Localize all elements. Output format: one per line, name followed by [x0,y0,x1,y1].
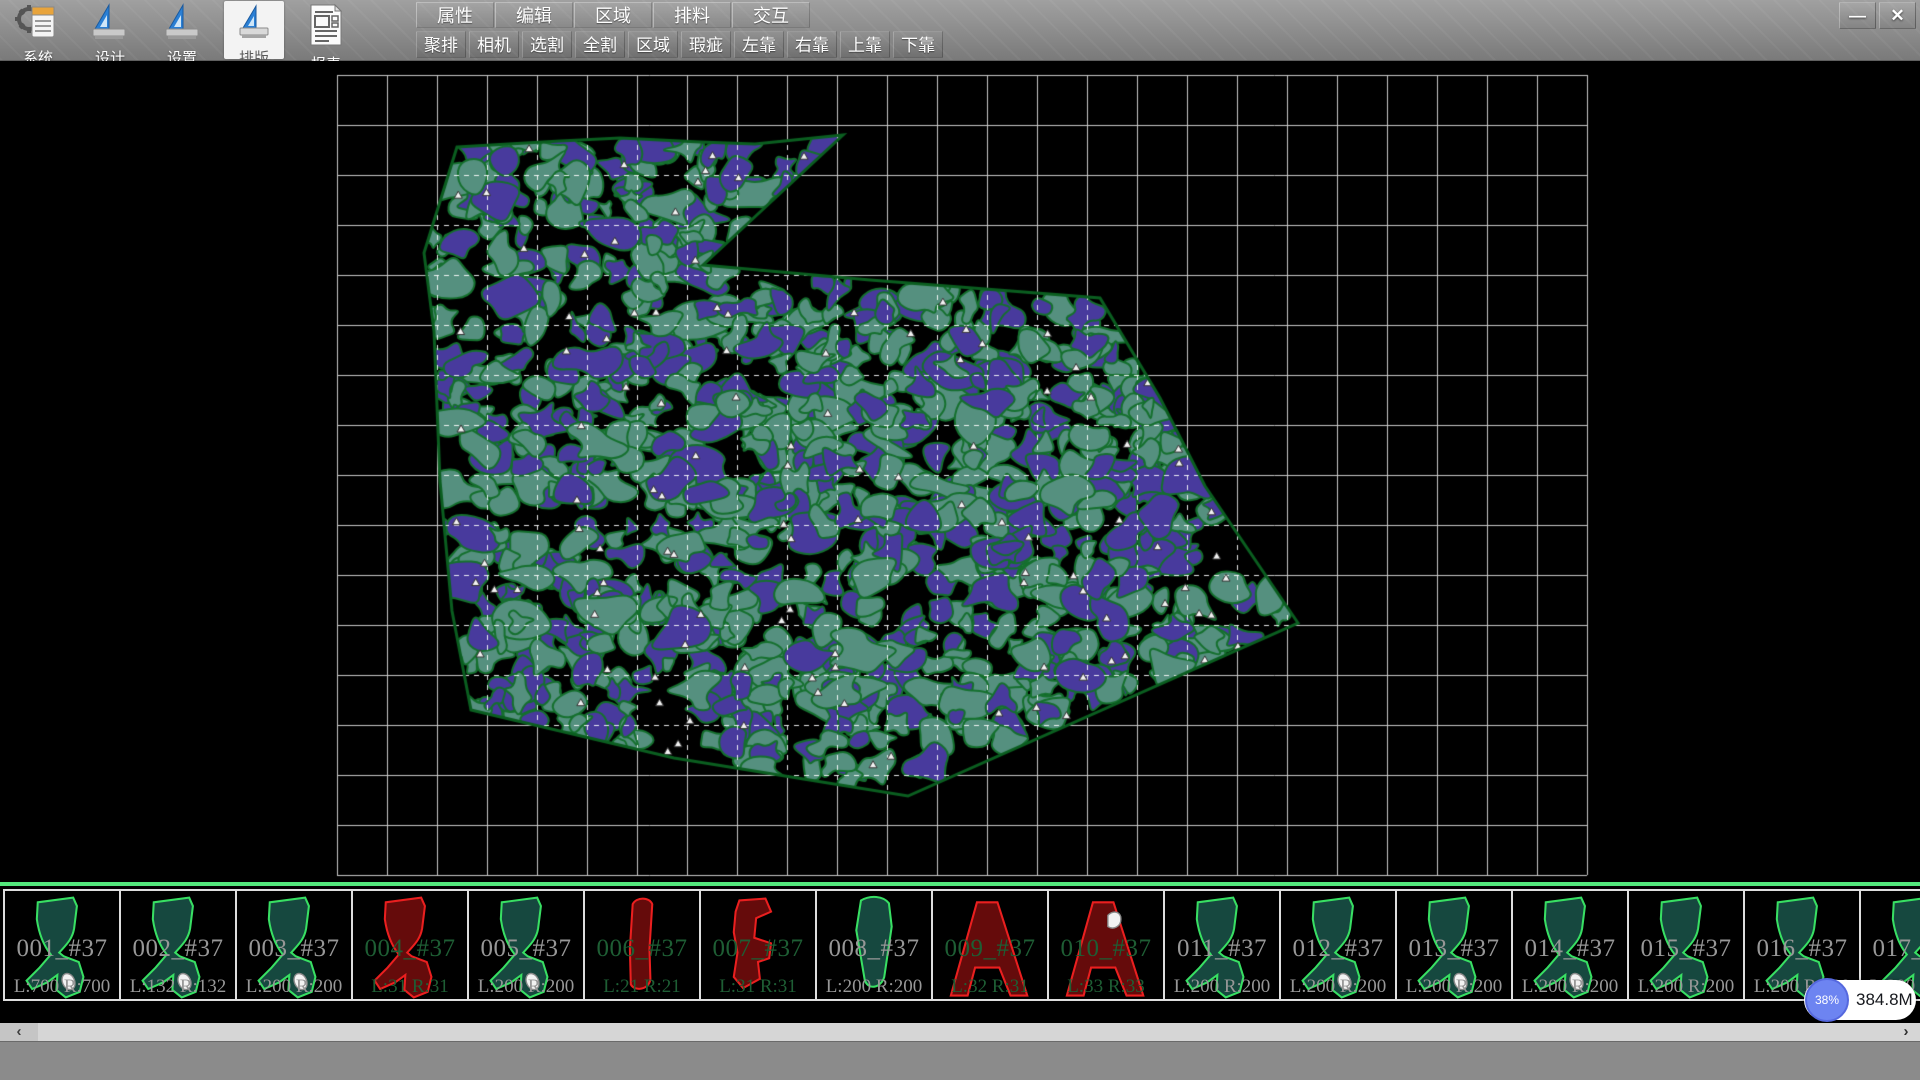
tool-button-9[interactable]: 下靠 [893,31,943,58]
piece-lr-count: L:31 R:31 [353,976,467,998]
scroll-right-arrow-icon[interactable]: › [1894,1023,1918,1041]
piece-cell-007_#37[interactable]: 007_#37 L:31 R:31 [699,889,817,1001]
design-icon [87,3,133,46]
tool-button-6[interactable]: 左靠 [734,31,784,58]
piece-lr-count: L:33 R:33 [1049,976,1163,998]
piece-lr-count: L:32 R:31 [933,976,1047,998]
memory-usage-badge: 38% 384.8M [1804,980,1916,1020]
piece-lr-count: L:200 R:200 [1165,976,1279,998]
menu-tab-3[interactable]: 排料 [653,2,731,28]
piece-cell-009_#37[interactable]: 009_#37 L:32 R:31 [931,889,1049,1001]
top-ribbon: 系统设计设置排版报表 属性编辑区域排料交互 聚排相机选割全割区域瑕疵左靠右靠上靠… [0,0,1920,61]
piece-id-label: 010_#37 [1049,935,1163,963]
piece-hole [1108,912,1121,928]
piece-lr-count: L:132 R:132 [121,976,235,998]
piece-lr-count: L:200 R:200 [469,976,583,998]
piece-lr-count: L:31 R:31 [701,976,815,998]
system-icon [15,3,61,46]
piece-lr-count: L:200 R:200 [237,976,351,998]
piece-id-label: 015_#37 [1629,935,1743,963]
strip-divider-line [0,882,1920,886]
piece-cell-012_#37[interactable]: 012_#37 L:200 R:200 [1279,889,1397,1001]
report-icon [303,3,349,52]
tool-button-bar: 聚排相机选割全割区域瑕疵左靠右靠上靠下靠 [416,31,943,58]
tool-button-4[interactable]: 区域 [628,31,678,58]
tool-button-5[interactable]: 瑕疵 [681,31,731,58]
tool-button-7[interactable]: 右靠 [787,31,837,58]
tool-button-3[interactable]: 全割 [575,31,625,58]
menu-tab-bar: 属性编辑区域排料交互 [416,2,811,28]
piece-id-label: 009_#37 [933,935,1047,963]
piece-cell-011_#37[interactable]: 011_#37 L:200 R:200 [1163,889,1281,1001]
piece-thumbnail-strip: 001_#37 L:700 R:700002_#37 L:132 R:132003_… [0,879,1920,1023]
progress-percent-circle: 38% [1805,978,1849,1022]
piece-cell-005_#37[interactable]: 005_#37 L:200 R:200 [467,889,585,1001]
piece-id-label: 007_#37 [701,935,815,963]
piece-lr-count: L:200 R:200 [1281,976,1395,998]
menu-tab-4[interactable]: 交互 [732,2,810,28]
menu-tab-2[interactable]: 区域 [574,2,652,28]
tool-button-8[interactable]: 上靠 [840,31,890,58]
piece-id-label: 014_#37 [1513,935,1627,963]
piece-cell-014_#37[interactable]: 014_#37 L:200 R:200 [1511,889,1629,1001]
piece-cell-013_#37[interactable]: 013_#37 L:200 R:200 [1395,889,1513,1001]
tool-button-2[interactable]: 选割 [522,31,572,58]
window-controls: — ✕ [1839,2,1916,29]
settings-icon [159,3,205,46]
piece-id-label: 016_#37 [1745,935,1859,963]
nesting-workspace [0,61,1920,879]
piece-cell-001_#37[interactable]: 001_#37 L:700 R:700 [3,889,121,1001]
piece-cell-003_#37[interactable]: 003_#37 L:200 R:200 [235,889,353,1001]
big-button-bar: 系统设计设置排版报表 [8,1,356,59]
tool-button-0[interactable]: 聚排 [416,31,466,58]
piece-id-label: 011_#37 [1165,935,1279,963]
nesting-canvas[interactable] [0,61,1920,879]
piece-id-label: 012_#37 [1281,935,1395,963]
tool-button-1[interactable]: 相机 [469,31,519,58]
menu-tab-0[interactable]: 属性 [416,2,494,28]
piece-lr-count: L:700 R:700 [5,976,119,998]
big-button-report[interactable]: 报表 [296,1,356,59]
memory-usage-value: 384.8M [1856,980,1913,1020]
piece-id-label: 013_#37 [1397,935,1511,963]
piece-cell-002_#37[interactable]: 002_#37 L:132 R:132 [119,889,237,1001]
minimize-button[interactable]: — [1839,2,1876,29]
piece-cell-008_#37[interactable]: 008_#37 L:200 R:200 [815,889,933,1001]
menu-tab-1[interactable]: 编辑 [495,2,573,28]
piece-lr-count: L:200 R:200 [1513,976,1627,998]
piece-id-label: 001_#37 [5,935,119,963]
piece-id-label: 005_#37 [469,935,583,963]
piece-id-label: 003_#37 [237,935,351,963]
close-button[interactable]: ✕ [1879,2,1916,29]
piece-id-label: 006_#37 [585,935,699,963]
piece-id-label: 004_#37 [353,935,467,963]
status-bar [0,1041,1920,1080]
scroll-left-arrow-icon[interactable]: ‹ [0,1023,38,1041]
big-button-system[interactable]: 系统 [8,1,68,59]
nesting-icon [231,3,277,46]
piece-cell-004_#37[interactable]: 004_#37 L:31 R:31 [351,889,469,1001]
piece-cell-010_#37[interactable]: 010_#37 L:33 R:33 [1047,889,1165,1001]
piece-id-label: 002_#37 [121,935,235,963]
piece-lr-count: L:21 R:21 [585,976,699,998]
piece-id-label: 017_#37 [1861,935,1920,963]
piece-lr-count: L:200 R:200 [817,976,931,998]
piece-lr-count: L:200 R:200 [1397,976,1511,998]
horizontal-scrollbar[interactable]: ‹ › [0,1023,1920,1041]
piece-cell-006_#37[interactable]: 006_#37 L:21 R:21 [583,889,701,1001]
piece-id-label: 008_#37 [817,935,931,963]
big-button-design[interactable]: 设计 [80,1,140,59]
big-button-settings[interactable]: 设置 [152,1,212,59]
big-button-nesting[interactable]: 排版 [224,1,284,59]
piece-lr-count: L:200 R:200 [1629,976,1743,998]
piece-cell-015_#37[interactable]: 015_#37 L:200 R:200 [1627,889,1745,1001]
piece-cells: 001_#37 L:700 R:700002_#37 L:132 R:132003_… [3,889,1920,1001]
